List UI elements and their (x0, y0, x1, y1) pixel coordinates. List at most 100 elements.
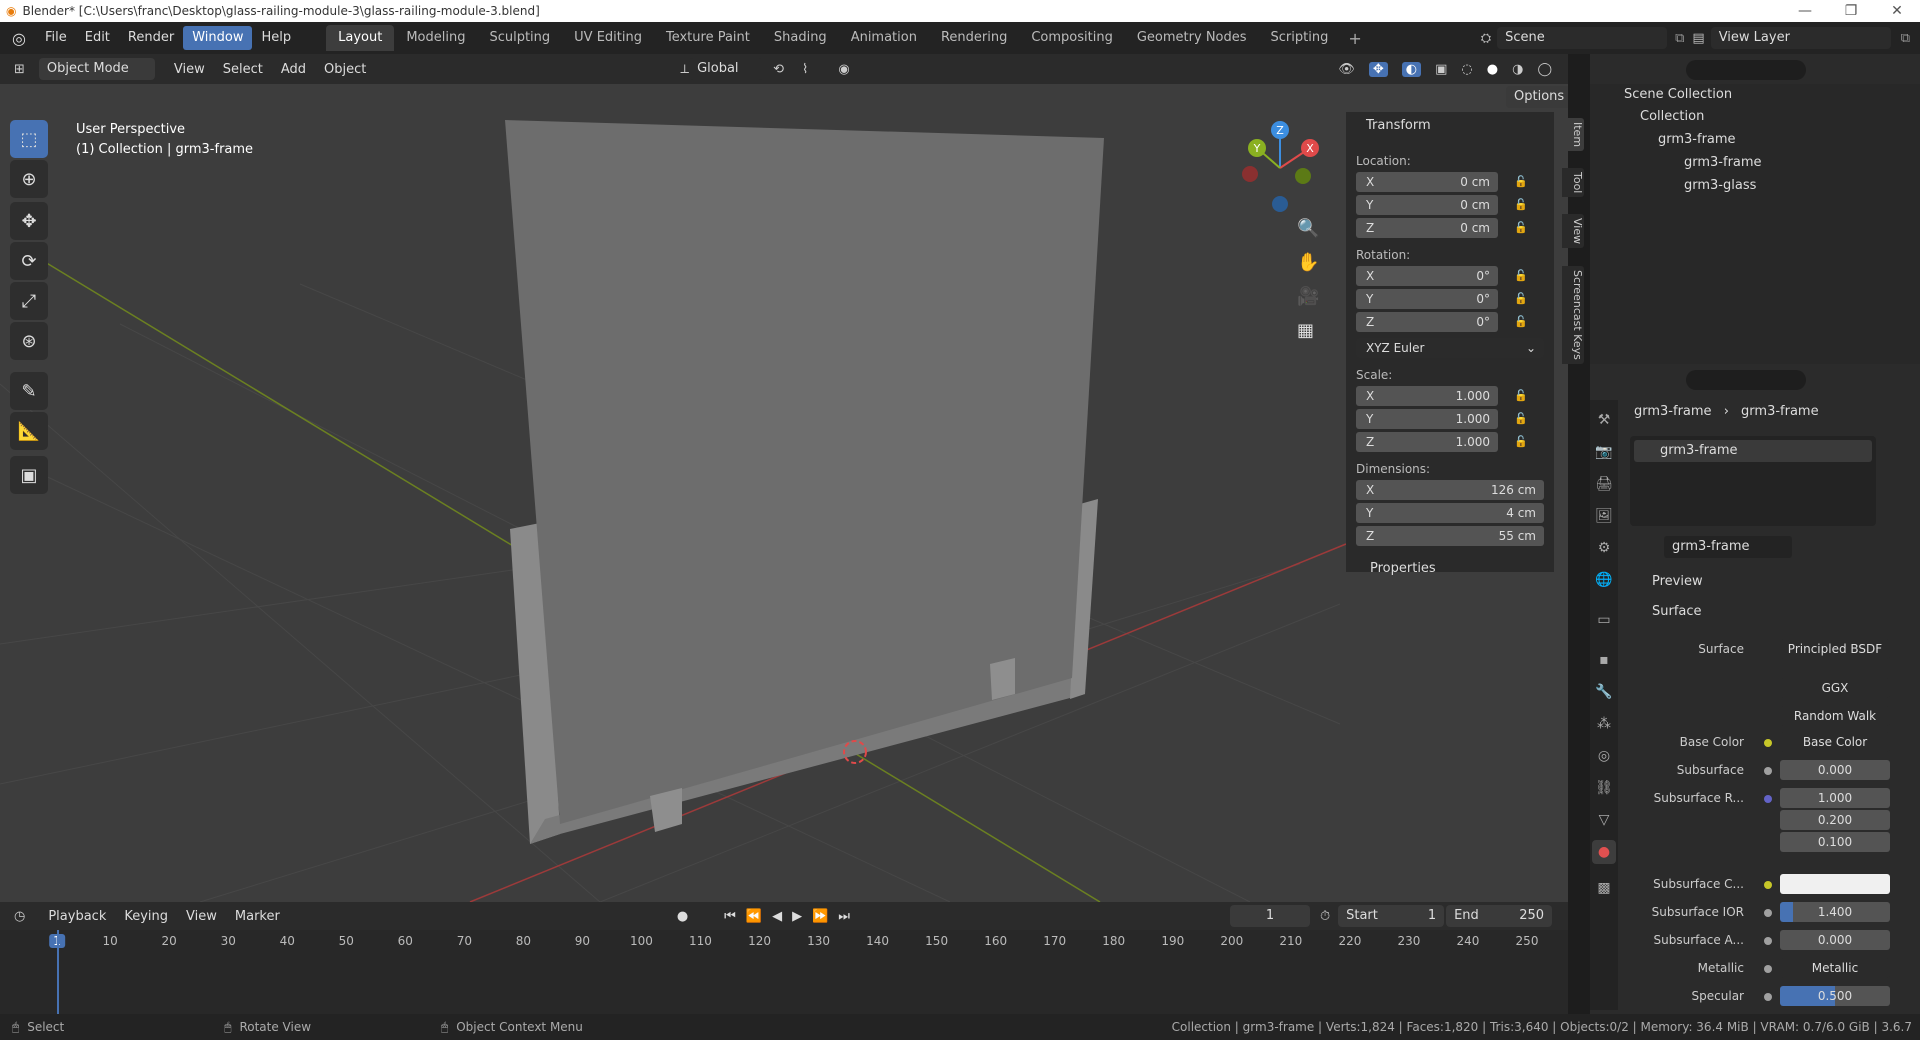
transform-header[interactable]: Transform (1366, 118, 1431, 133)
tab-view[interactable]: View (1562, 214, 1584, 249)
tab-layout[interactable]: Layout (326, 25, 395, 51)
socket-icon[interactable] (1764, 881, 1772, 889)
mode-dropdown[interactable]: Object Mode (38, 58, 155, 80)
menu-edit[interactable]: Edit (76, 26, 119, 50)
navigation-gizmo[interactable]: Z X Y (1235, 118, 1325, 218)
shader-input-value[interactable]: Metallic (1780, 958, 1890, 978)
tab-texture-paint[interactable]: Texture Paint (654, 25, 762, 51)
menu-help[interactable]: Help (252, 26, 300, 50)
preview-section-header[interactable]: Preview (1652, 574, 1703, 589)
start-frame-field[interactable]: Start 1 (1338, 905, 1445, 927)
outliner-item-grm3-frame-mesh[interactable]: grm3-frame (1590, 152, 1920, 174)
shader-input-value[interactable]: Base Color (1780, 732, 1890, 752)
collection-icon[interactable]: ▭ (1592, 608, 1616, 632)
tool-icon[interactable]: ⚒ (1592, 408, 1616, 432)
options-dropdown[interactable]: Options (1506, 86, 1568, 108)
minimize-icon[interactable]: — (1782, 3, 1828, 19)
next-key-icon[interactable]: ⏩ (812, 909, 828, 924)
tab-geometry-nodes[interactable]: Geometry Nodes (1125, 25, 1259, 51)
playhead[interactable] (57, 930, 59, 1014)
scale-y-field[interactable]: Y 1.000 (1356, 409, 1498, 429)
rotation-mode-dropdown[interactable]: XYZ Euler ⌄ (1356, 338, 1544, 358)
particles-icon[interactable]: ⁂ (1592, 712, 1616, 736)
view-layer-field[interactable]: View Layer (1710, 27, 1891, 49)
menu-select[interactable]: Select (214, 62, 272, 77)
material-name-field[interactable]: grm3-frame (1664, 536, 1792, 558)
record-icon[interactable]: ● (677, 909, 688, 924)
lock-icon[interactable]: 🔓 (1514, 198, 1530, 212)
rotate-tool[interactable]: ⟳ (10, 242, 48, 280)
timeline-editor-icon[interactable]: ◷ (14, 909, 25, 924)
tab-shading[interactable]: Shading (762, 25, 839, 51)
shader-input-value[interactable]: 0.000 (1780, 760, 1890, 780)
dimension-z-field[interactable]: Z 55 cm (1356, 526, 1544, 546)
physics-icon[interactable]: ◎ (1592, 744, 1616, 768)
menu-view[interactable]: View (165, 62, 214, 77)
add-workspace-icon[interactable]: + (1340, 29, 1369, 48)
socket-icon[interactable] (1764, 739, 1772, 747)
socket-icon[interactable] (1764, 767, 1772, 775)
zoom-icon[interactable]: 🔍 (1297, 218, 1319, 239)
rotation-y-field[interactable]: Y 0° (1356, 289, 1498, 309)
tab-uv-editing[interactable]: UV Editing (562, 25, 654, 51)
material-slot[interactable]: grm3-frame (1634, 440, 1872, 462)
maximize-icon[interactable]: ❐ (1828, 3, 1874, 19)
menu-keying[interactable]: Keying (115, 909, 177, 924)
add-cube-tool[interactable]: ▣ (10, 456, 48, 494)
perspective-grid-icon[interactable]: ▦ (1297, 320, 1314, 341)
solid-shading-icon[interactable]: ● (1487, 62, 1498, 77)
properties-search[interactable] (1686, 370, 1806, 390)
properties-section-header[interactable]: Properties (1370, 561, 1436, 576)
scene-icon[interactable]: ⚙ (1592, 536, 1616, 560)
timeline[interactable]: 1102030405060708090100110120130140150160… (0, 930, 1568, 1014)
shader-input-value[interactable]: 1.000 (1780, 788, 1890, 808)
tab-scripting[interactable]: Scripting (1259, 25, 1341, 51)
pan-icon[interactable]: ✋ (1297, 252, 1319, 273)
menu-render[interactable]: Render (119, 26, 183, 50)
visibility-icon[interactable]: 👁 (1338, 62, 1355, 77)
shader-input-value[interactable] (1780, 874, 1890, 894)
tab-rendering[interactable]: Rendering (929, 25, 1019, 51)
preview-range-icon[interactable]: ⏱ (1320, 909, 1330, 924)
texture-icon[interactable]: ▩ (1592, 876, 1616, 900)
socket-icon[interactable] (1764, 909, 1772, 917)
collection-row[interactable]: Collection (1590, 106, 1920, 128)
constraints-icon[interactable]: ⛓ (1592, 776, 1616, 800)
output-icon[interactable]: 🖨 (1592, 472, 1616, 496)
new-layer-icon[interactable]: ⧉ (1901, 31, 1910, 46)
tab-screencast-keys[interactable]: Screencast Keys (1562, 266, 1584, 364)
menu-object[interactable]: Object (315, 62, 375, 77)
tab-animation[interactable]: Animation (839, 25, 929, 51)
object-icon[interactable]: ▪ (1592, 648, 1616, 672)
play-reverse-icon[interactable]: ◀ (772, 909, 782, 924)
tab-item[interactable]: Item (1562, 118, 1584, 152)
prev-key-icon[interactable]: ⏪ (746, 909, 762, 924)
proportional-icon[interactable]: ◉ (838, 62, 849, 77)
socket-icon[interactable] (1764, 993, 1772, 1001)
surface-shader-field[interactable]: Principled BSDF (1780, 639, 1890, 659)
select-box-tool[interactable]: ⬚ (10, 120, 48, 158)
location-y-field[interactable]: Y0 cm (1356, 195, 1498, 215)
location-z-field[interactable]: Z0 cm (1356, 218, 1498, 238)
rotation-x-field[interactable]: X 0° (1356, 266, 1498, 286)
view-layer-icon[interactable]: 🖼 (1592, 504, 1616, 528)
camera-icon[interactable]: 🎥 (1297, 286, 1319, 307)
data-icon[interactable]: ▽ (1592, 808, 1616, 832)
snap-icon[interactable]: ⌇ (802, 62, 808, 77)
move-tool[interactable]: ✥ (10, 202, 48, 240)
socket-icon[interactable] (1764, 795, 1772, 803)
modifier-icon[interactable]: 🔧 (1592, 680, 1616, 704)
pivot-icon[interactable]: ⟲ (773, 62, 784, 77)
dimension-y-field[interactable]: Y4 cm (1356, 503, 1544, 523)
jump-end-icon[interactable]: ⏭ (838, 909, 850, 924)
material-slot-list[interactable]: grm3-frame (1630, 436, 1876, 526)
menu-playback[interactable]: Playback (39, 909, 115, 924)
socket-icon[interactable] (1764, 965, 1772, 973)
orientation-dropdown[interactable]: Global (689, 58, 764, 80)
menu-timeline-view[interactable]: View (177, 909, 226, 924)
menu-marker[interactable]: Marker (226, 909, 289, 924)
lock-icon[interactable]: 🔓 (1514, 175, 1530, 189)
menu-file[interactable]: File (36, 26, 76, 50)
outliner-item-grm3-glass[interactable]: grm3-glass (1590, 175, 1920, 197)
scale-x-field[interactable]: X 1.000 (1356, 386, 1498, 406)
